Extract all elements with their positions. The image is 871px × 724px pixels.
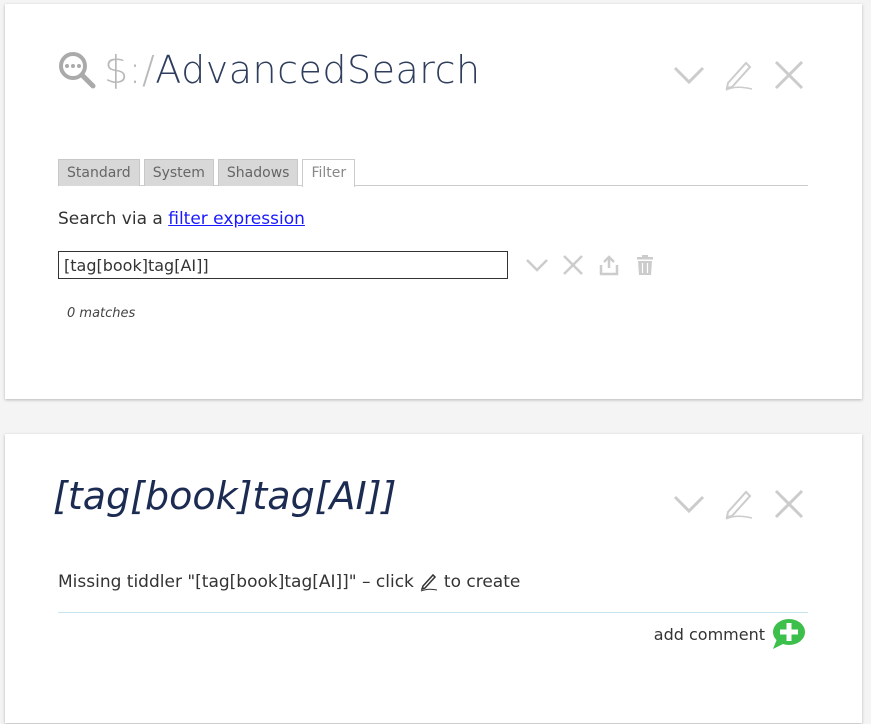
fold-button[interactable]	[671, 486, 707, 522]
missing-text: Missing tiddler "[tag[book]tag[AI]]" – c…	[58, 572, 414, 592]
chevron-down-icon	[673, 66, 705, 85]
trash-icon	[637, 255, 653, 275]
title-text: AdvancedSearch	[155, 48, 481, 92]
tab-system[interactable]: System	[143, 159, 214, 186]
tiddler-title: $:/ AdvancedSearch	[58, 48, 481, 92]
filter-dropdown-button[interactable]	[524, 252, 550, 278]
pencil-icon	[420, 573, 438, 592]
add-comment-icon	[773, 619, 805, 649]
inline-edit-link[interactable]	[420, 572, 438, 592]
search-icon	[58, 51, 96, 89]
close-icon	[774, 60, 804, 90]
missing-tiddler-message: Missing tiddler "[tag[book]tag[AI]]" – c…	[58, 572, 520, 592]
search-tabs: Standard System Shadows Filter	[58, 159, 808, 187]
tab-shadows[interactable]: Shadows	[217, 159, 299, 186]
close-icon	[563, 255, 583, 275]
close-icon	[774, 489, 804, 519]
export-icon	[599, 255, 619, 276]
filter-row	[58, 251, 658, 279]
pencil-icon	[725, 61, 753, 91]
advanced-search-tiddler: $:/ AdvancedSearch Standard System Shado…	[5, 4, 862, 399]
edit-button[interactable]	[721, 486, 757, 522]
tiddler-controls	[671, 486, 807, 522]
edit-button[interactable]	[721, 57, 757, 93]
title-prefix: $:/	[104, 48, 156, 92]
matches-count: 0 matches	[67, 306, 136, 321]
tab-filter[interactable]: Filter	[302, 159, 356, 187]
delete-button[interactable]	[632, 252, 658, 278]
search-via-text: Search via a filter expression	[58, 209, 305, 229]
fold-button[interactable]	[671, 57, 707, 93]
filter-input[interactable]	[58, 251, 508, 279]
chevron-down-icon	[673, 495, 705, 514]
close-button[interactable]	[771, 57, 807, 93]
search-via-label: Search via a	[58, 209, 169, 229]
clear-filter-button[interactable]	[560, 252, 586, 278]
chevron-down-icon	[526, 259, 548, 272]
add-comment-button[interactable]: add comment	[654, 617, 807, 651]
filter-actions	[524, 252, 658, 278]
export-button[interactable]	[596, 252, 622, 278]
tiddler-controls	[671, 57, 807, 93]
missing-tiddler-title: [tag[book]tag[AI]]	[53, 474, 397, 518]
filter-expression-link[interactable]: filter expression	[168, 209, 305, 229]
create-text: to create	[443, 572, 521, 592]
pencil-icon	[725, 490, 753, 520]
add-comment-label: add comment	[653, 624, 765, 644]
close-button[interactable]	[771, 486, 807, 522]
divider	[58, 612, 808, 613]
tab-standard[interactable]: Standard	[58, 159, 140, 186]
